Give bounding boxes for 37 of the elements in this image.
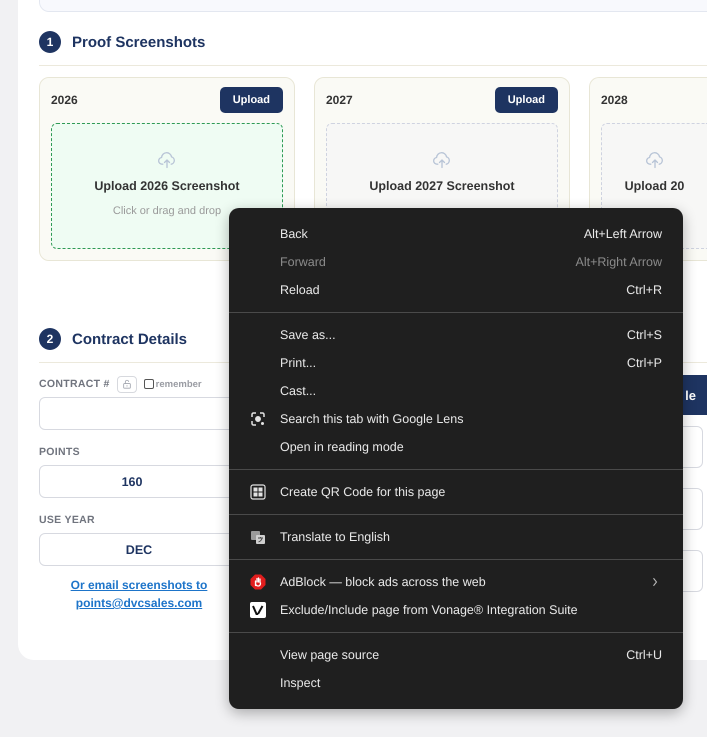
cloud-upload-icon — [644, 150, 664, 170]
qr-code-icon — [250, 484, 266, 500]
menu-item[interactable]: Save as... Ctrl+S — [229, 321, 683, 349]
upload-button[interactable]: Upload — [494, 87, 558, 113]
step-number: 2 — [39, 328, 61, 350]
drop-title: Upload 20 — [624, 179, 684, 193]
menu-item[interactable]: AdBlock — block ads across the web — [229, 568, 683, 596]
menu-item[interactable]: Reload Ctrl+R — [229, 276, 683, 304]
year-label: 2027 — [326, 93, 353, 107]
menu-item[interactable]: Print... Ctrl+P — [229, 349, 683, 377]
drop-title: Upload 2026 Screenshot — [94, 179, 240, 193]
drop-title: Upload 2027 Screenshot — [369, 179, 515, 193]
menu-item[interactable]: Exclude/Include page from Vonage® Integration Suite — [229, 596, 683, 624]
lock-icon — [122, 379, 132, 389]
translate-icon — [250, 529, 266, 545]
menu-item[interactable]: Cast... — [229, 377, 683, 405]
v-logo-icon — [250, 602, 266, 618]
menu-item[interactable]: Inspect — [229, 669, 683, 697]
section-title: Proof Screenshots — [72, 34, 206, 50]
checkbox-label: remember — [156, 378, 202, 390]
menu-item[interactable]: Search this tab with Google Lens — [229, 405, 683, 433]
year-label: 2026 — [51, 93, 78, 107]
field-label: USE YEAR — [39, 514, 96, 526]
cloud-upload-icon — [157, 150, 177, 170]
field-label: POINTS — [39, 446, 81, 458]
lens-icon — [250, 411, 266, 427]
stop-hand-icon — [250, 574, 266, 590]
drop-hint: Click or drag and drop — [112, 205, 222, 217]
section-title: Contract Details — [72, 330, 188, 348]
step-number: 1 — [39, 31, 61, 53]
menu-item[interactable]: View page source Ctrl+U — [229, 641, 683, 669]
field-label: CONTRACT # — [39, 378, 110, 390]
year-label: 2028 — [601, 93, 628, 107]
remember-checkbox[interactable] — [144, 379, 154, 389]
menu-item[interactable]: Open in reading mode — [229, 433, 683, 461]
cloud-upload-icon — [432, 150, 452, 170]
upload-button[interactable]: Upload — [220, 87, 283, 113]
